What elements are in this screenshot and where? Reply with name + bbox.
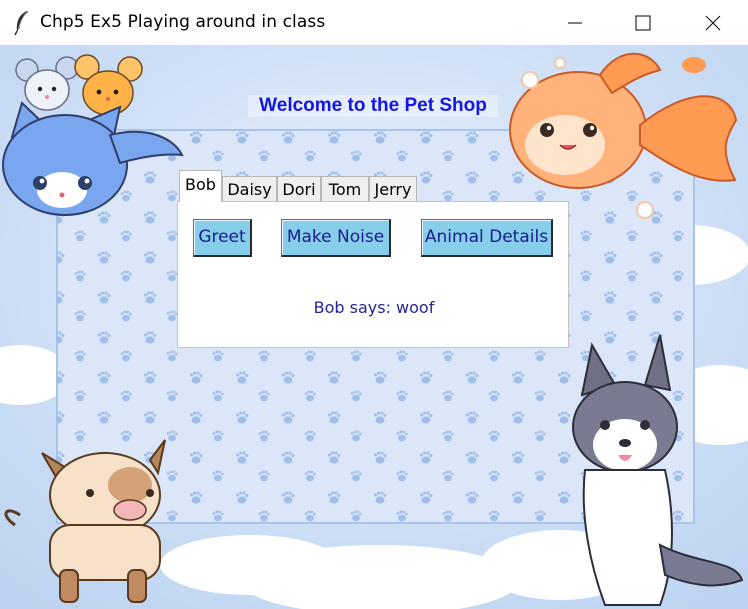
welcome-heading: Welcome to the Pet Shop — [248, 95, 498, 117]
window-title: Chp5 Ex5 Playing around in class — [40, 12, 326, 32]
tab-tom[interactable]: Tom — [321, 176, 369, 201]
close-button[interactable] — [690, 0, 736, 45]
tab-daisy[interactable]: Daisy — [222, 176, 277, 201]
greet-button[interactable]: Greet — [193, 219, 252, 257]
client-area: Welcome to the Pet Shop Bob Daisy Dori T… — [0, 45, 748, 609]
maximize-button[interactable] — [620, 0, 666, 45]
pet-notebook: Bob Daisy Dori Tom Jerry Greet Make Nois… — [177, 170, 569, 348]
tab-dori[interactable]: Dori — [277, 176, 321, 201]
maximize-icon — [635, 15, 651, 31]
animal-details-button[interactable]: Animal Details — [421, 219, 553, 257]
feather-icon — [14, 10, 28, 36]
tab-jerry[interactable]: Jerry — [369, 176, 417, 201]
make-noise-button[interactable]: Make Noise — [281, 219, 391, 257]
tab-bar: Bob Daisy Dori Tom Jerry — [177, 170, 569, 202]
minimize-icon — [568, 22, 582, 24]
minimize-button[interactable] — [552, 0, 598, 45]
title-bar[interactable]: Chp5 Ex5 Playing around in class — [0, 0, 748, 45]
tab-bob[interactable]: Bob — [179, 170, 222, 202]
app-window: Chp5 Ex5 Playing around in class Welcome… — [0, 0, 748, 609]
close-icon — [705, 15, 721, 31]
tab-panel-bob: Greet Make Noise Animal Details Bob says… — [177, 201, 569, 348]
pet-speech-label: Bob says: woof — [313, 298, 435, 317]
